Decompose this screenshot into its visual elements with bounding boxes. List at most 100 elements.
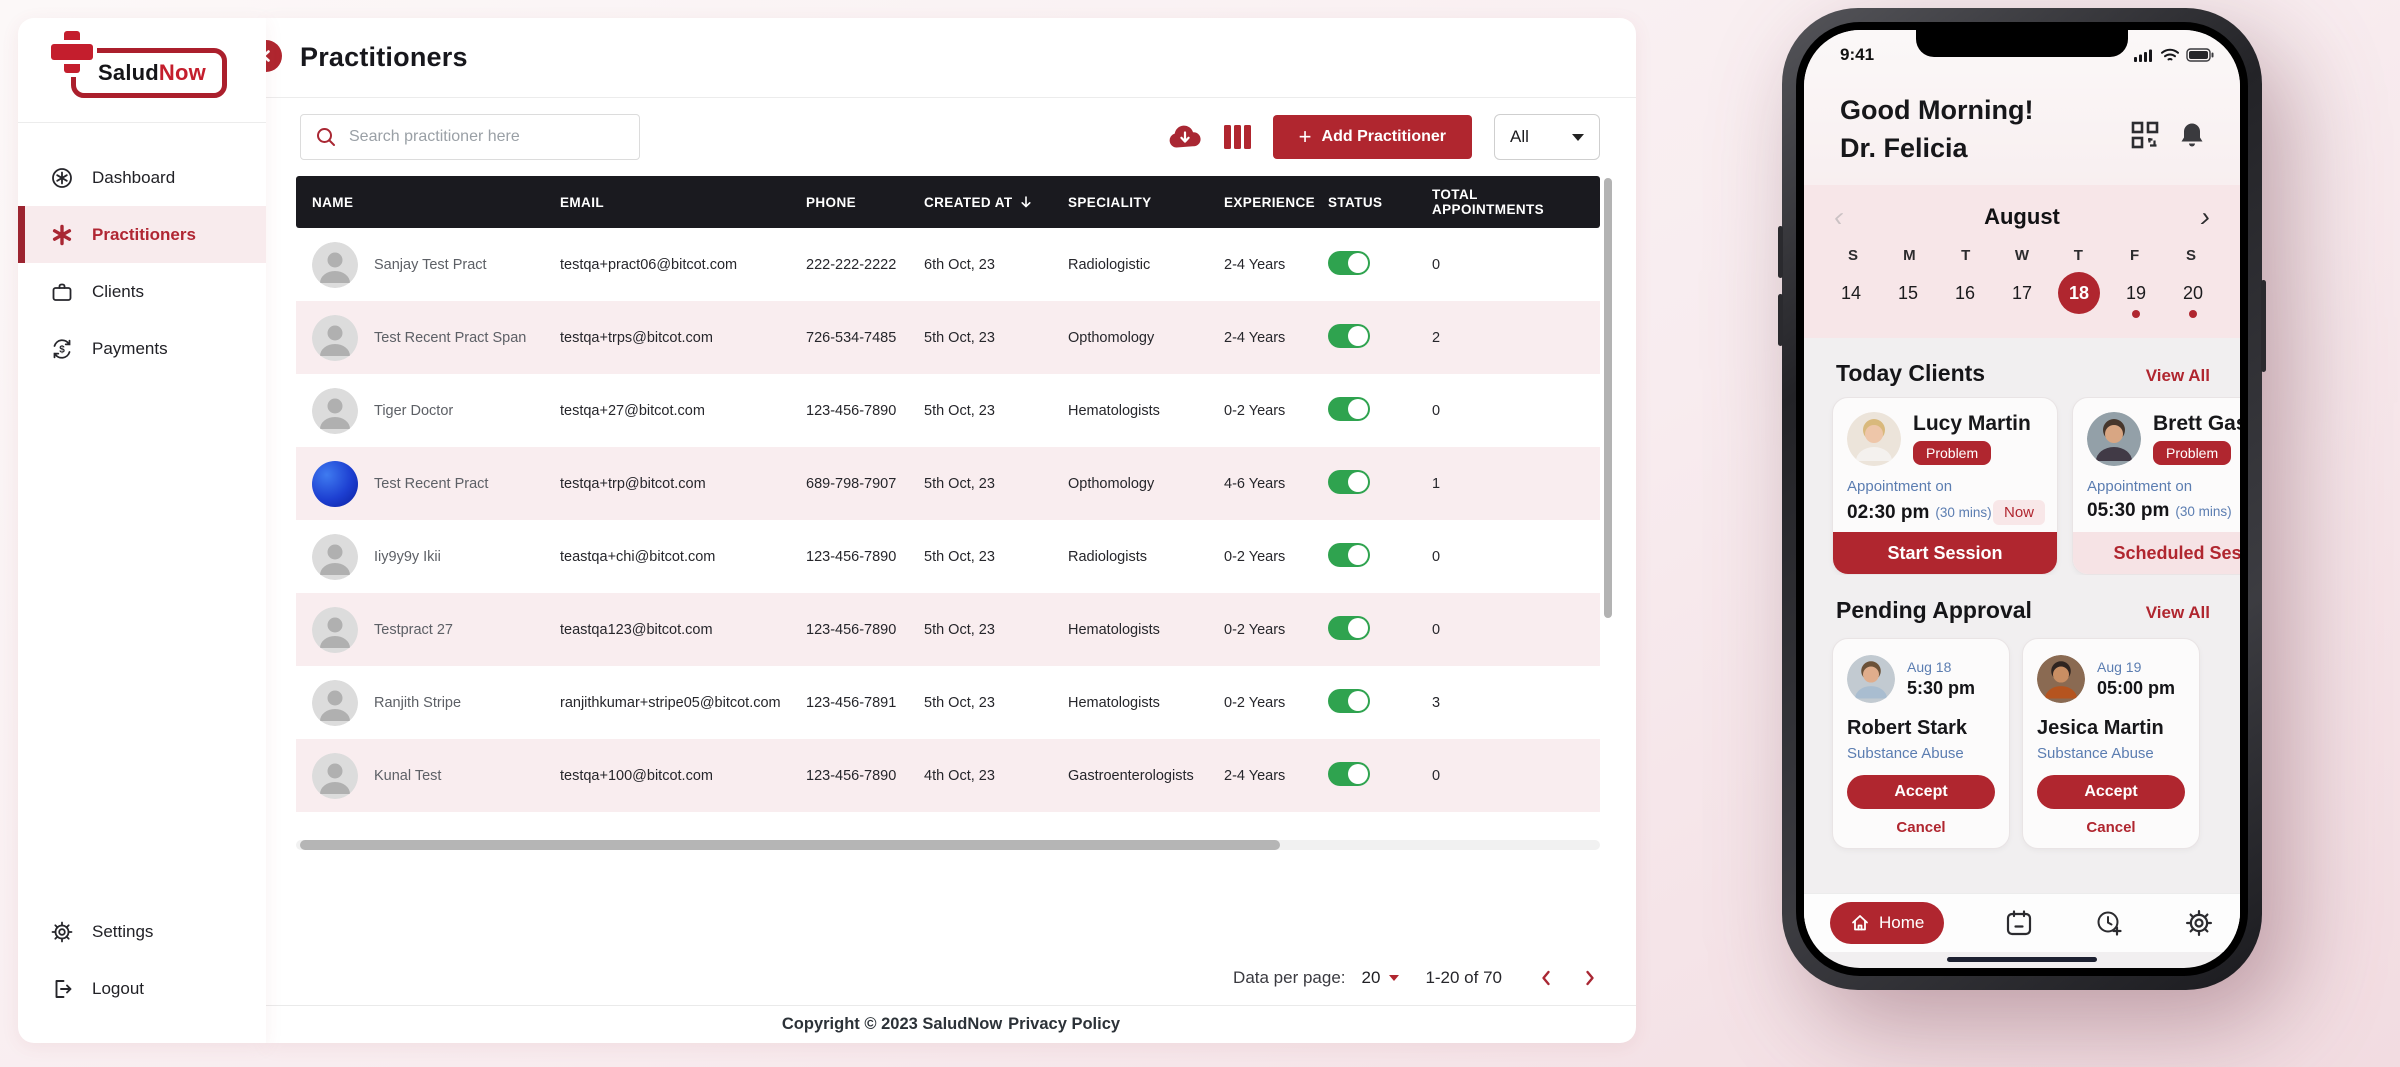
view-all-today-link[interactable]: View All [2146, 366, 2210, 386]
phone-cell: 123-456-7891 [806, 695, 924, 711]
wifi-icon [2160, 48, 2180, 62]
view-all-pending-link[interactable]: View All [2146, 603, 2210, 623]
sidebar-item-dashboard[interactable]: Dashboard [18, 149, 266, 206]
greeting-text: Good Morning! [1840, 91, 2033, 129]
sidebar-item-practitioners[interactable]: Practitioners [18, 206, 266, 263]
sidebar-item-clients[interactable]: Clients [18, 263, 266, 320]
status-toggle[interactable] [1328, 616, 1370, 640]
name-cell: Test Recent Pract [312, 461, 560, 507]
nav-home-button[interactable]: Home [1830, 902, 1944, 944]
column-header-status[interactable]: STATUS [1328, 195, 1420, 210]
today-client-card[interactable]: Brett GasProblemAppointment on05:30 pm(3… [2072, 397, 2240, 575]
client-name: Lucy Martin [1913, 412, 2031, 436]
columns-button[interactable] [1224, 125, 1251, 149]
column-header-email[interactable]: EMAIL [560, 195, 806, 210]
nav-history-button[interactable] [2094, 908, 2124, 938]
experience-cell: 0-2 Years [1224, 622, 1328, 638]
table-row[interactable]: Ranjith Striperanjithkumar+stripe05@bitc… [296, 666, 1600, 739]
column-header-total-appointments[interactable]: TOTAL APPOINTMENTS [1420, 187, 1600, 217]
email-cell: teastqa123@bitcot.com [560, 622, 806, 638]
experience-cell: 0-2 Years [1224, 695, 1328, 711]
status-toggle[interactable] [1328, 543, 1370, 567]
table-row[interactable]: Sanjay Test Practtestqa+pract06@bitcot.c… [296, 228, 1600, 301]
signal-icon [2134, 48, 2154, 62]
calendar-date[interactable]: 20 [2172, 272, 2214, 314]
calendar-date[interactable]: 19 [2115, 272, 2157, 314]
export-cloud-button[interactable] [1168, 125, 1202, 149]
status-toggle[interactable] [1328, 397, 1370, 421]
status-toggle[interactable] [1328, 689, 1370, 713]
accept-button[interactable]: Accept [2037, 775, 2185, 809]
sort-desc-icon [1019, 195, 1033, 209]
search-input[interactable] [349, 128, 609, 146]
calendar-widget: ‹ August › SMTWTFS 14151617181920 [1804, 185, 2240, 338]
session-action-button[interactable]: Scheduled Sessi [2073, 532, 2240, 574]
privacy-policy-link[interactable]: Privacy Policy [1008, 1015, 1120, 1034]
table-row[interactable]: Tiger Doctortestqa+27@bitcot.com123-456-… [296, 374, 1600, 447]
calendar-prev-icon[interactable]: ‹ [1830, 205, 1847, 229]
column-header-phone[interactable]: PHONE [806, 195, 924, 210]
per-page-select[interactable]: 20 [1362, 968, 1400, 988]
sidebar-item-logout[interactable]: Logout [18, 960, 266, 1017]
person-avatar [312, 315, 358, 361]
phone-volume-down-button [1778, 294, 1783, 346]
total-appointments-cell: 0 [1420, 403, 1600, 419]
client-avatar [2037, 655, 2085, 703]
status-time: 9:41 [1840, 45, 1874, 65]
table-row[interactable]: Test Recent Pract Spantestqa+trps@bitcot… [296, 301, 1600, 374]
sidebar-item-payments[interactable]: $ Payments [18, 320, 266, 377]
horizontal-scrollbar-thumb[interactable] [300, 840, 1280, 850]
column-header-experience[interactable]: EXPERIENCE [1224, 195, 1328, 210]
phone-notch [1916, 30, 2128, 57]
status-toggle[interactable] [1328, 762, 1370, 786]
calendar-next-icon[interactable]: › [2197, 205, 2214, 229]
table-row[interactable]: Iiy9y9y Ikiiteastqa+chi@bitcot.com123-45… [296, 520, 1600, 593]
status-toggle[interactable] [1328, 470, 1370, 494]
column-header-created-at[interactable]: CREATED AT [924, 195, 1068, 210]
page-header: Practitioners [266, 18, 1636, 98]
pending-approval-card[interactable]: Aug 1905:00 pmJesica MartinSubstance Abu… [2022, 638, 2200, 849]
next-page-button[interactable] [1580, 965, 1600, 991]
svg-text:$: $ [59, 344, 65, 355]
qr-scan-icon[interactable] [2130, 120, 2160, 150]
created-at-cell: 5th Oct, 23 [924, 403, 1068, 419]
calendar-date[interactable]: 14 [1830, 272, 1872, 314]
status-toggle[interactable] [1328, 251, 1370, 275]
appointment-date: Aug 19 [2097, 659, 2175, 675]
column-header-name[interactable]: NAME [312, 195, 560, 210]
nav-calendar-button[interactable] [2004, 908, 2034, 938]
total-appointments-cell: 0 [1420, 622, 1600, 638]
person-avatar [312, 534, 358, 580]
session-action-button[interactable]: Start Session [1833, 532, 2057, 574]
sidebar-item-settings[interactable]: Settings [18, 903, 266, 960]
phone-mockup: 9:41 Good Morning! Dr. Felicia [1782, 8, 2262, 990]
nav-settings-button[interactable] [2184, 908, 2214, 938]
column-header-speciality[interactable]: SPECIALITY [1068, 195, 1224, 210]
filter-select[interactable]: All [1494, 114, 1600, 160]
calendar-date[interactable]: 17 [2001, 272, 2043, 314]
horizontal-scrollbar[interactable] [296, 840, 1600, 850]
calendar-date[interactable]: 15 [1887, 272, 1929, 314]
search-box[interactable] [300, 114, 640, 160]
app-background: SaludNow Dashboard Practitioners Clients… [0, 0, 2400, 1067]
status-toggle[interactable] [1328, 324, 1370, 348]
add-practitioner-button[interactable]: Add Practitioner [1273, 115, 1472, 159]
today-client-card[interactable]: Lucy MartinProblemAppointment on02:30 pm… [1832, 397, 2058, 575]
table-row[interactable]: Testpract 27teastqa123@bitcot.com123-456… [296, 593, 1600, 666]
prev-page-button[interactable] [1536, 965, 1556, 991]
appointment-time: 05:30 pm [2087, 500, 2169, 522]
vertical-scrollbar-thumb[interactable] [1604, 178, 1612, 618]
pending-approval-card[interactable]: Aug 185:30 pmRobert StarkSubstance Abuse… [1832, 638, 2010, 849]
bell-icon[interactable] [2178, 120, 2206, 150]
calendar-date[interactable]: 18 [2058, 272, 2100, 314]
settings-icon [50, 920, 74, 944]
calendar-date[interactable]: 16 [1944, 272, 1986, 314]
table-row[interactable]: Test Recent Practtestqa+trp@bitcot.com68… [296, 447, 1600, 520]
today-clients-header: Today Clients View All [1804, 338, 2240, 397]
table-row[interactable]: Kunal Testtestqa+100@bitcot.com123-456-7… [296, 739, 1600, 812]
cancel-link[interactable]: Cancel [2037, 819, 2185, 836]
accept-button[interactable]: Accept [1847, 775, 1995, 809]
calendar-day-label: S [2176, 247, 2206, 264]
total-appointments-cell: 0 [1420, 768, 1600, 784]
cancel-link[interactable]: Cancel [1847, 819, 1995, 836]
